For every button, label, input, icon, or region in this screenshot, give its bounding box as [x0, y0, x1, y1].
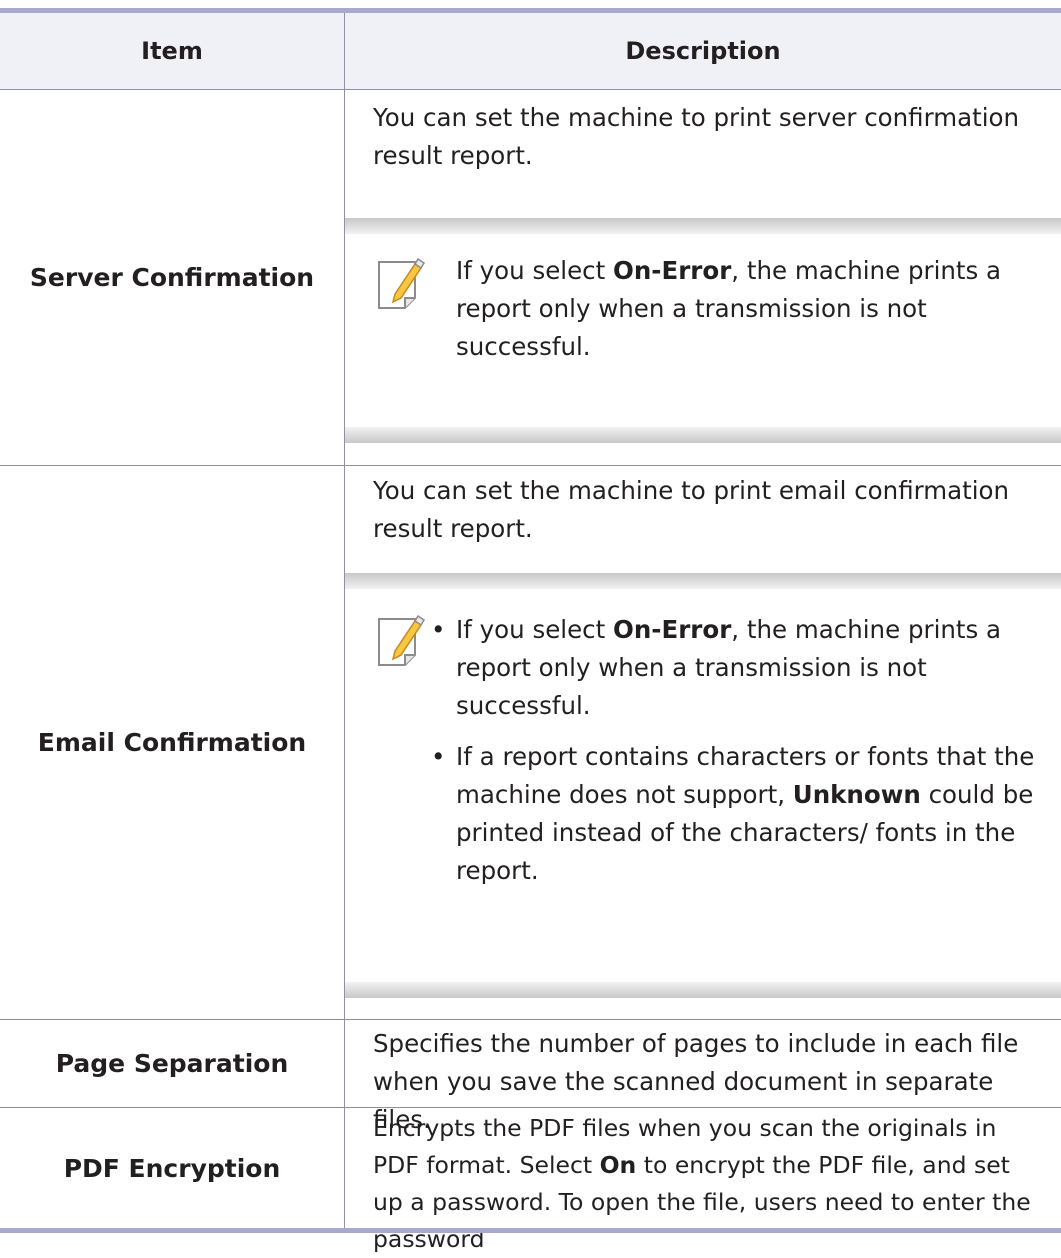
note-email-confirmation: • If you select On-Error, the machine pr… [345, 573, 1061, 998]
item-email-confirmation: Email Confirmation [37, 728, 307, 757]
note-text-part: If you select [456, 615, 614, 644]
description-email-confirmation: You can set the machine to print email c… [373, 476, 1010, 543]
note-bullet-list: • If you select On-Error, the machine pr… [419, 611, 1059, 903]
note-text: If you select On-Error, the machine prin… [456, 252, 1056, 366]
note-server-confirmation: If you select On-Error, the machine prin… [345, 218, 1061, 443]
header-item: Item [141, 37, 203, 65]
note-pencil-icon [375, 257, 427, 318]
table-bottom-rule [0, 1228, 1061, 1233]
item-server-confirmation: Server Confirmation [29, 263, 315, 292]
description-pdf-encryption: Encrypts the PDF files when you scan the… [373, 1110, 1043, 1258]
note-keyword-unknown: Unknown [792, 780, 921, 809]
item-page-separation: Page Separation [55, 1049, 289, 1078]
note-bullet-item: • If a report contains characters or fon… [419, 738, 1059, 890]
header-description: Description [625, 37, 781, 65]
keyword-on: On [599, 1151, 637, 1179]
note-top-bar [345, 218, 1061, 234]
description-server-confirmation: You can set the machine to print server … [373, 103, 1020, 170]
bullet-dot: • [431, 615, 446, 644]
note-bottom-bar [345, 427, 1061, 443]
note-keyword-on-error: On-Error [613, 256, 732, 285]
bullet-dot: • [431, 742, 446, 771]
note-text-part: If you select [456, 256, 614, 285]
item-pdf-encryption: PDF Encryption [63, 1153, 281, 1183]
note-keyword-on-error: On-Error [613, 615, 732, 644]
note-bottom-bar [345, 982, 1061, 998]
note-bullet-item: • If you select On-Error, the machine pr… [419, 611, 1059, 725]
note-top-bar [345, 573, 1061, 589]
